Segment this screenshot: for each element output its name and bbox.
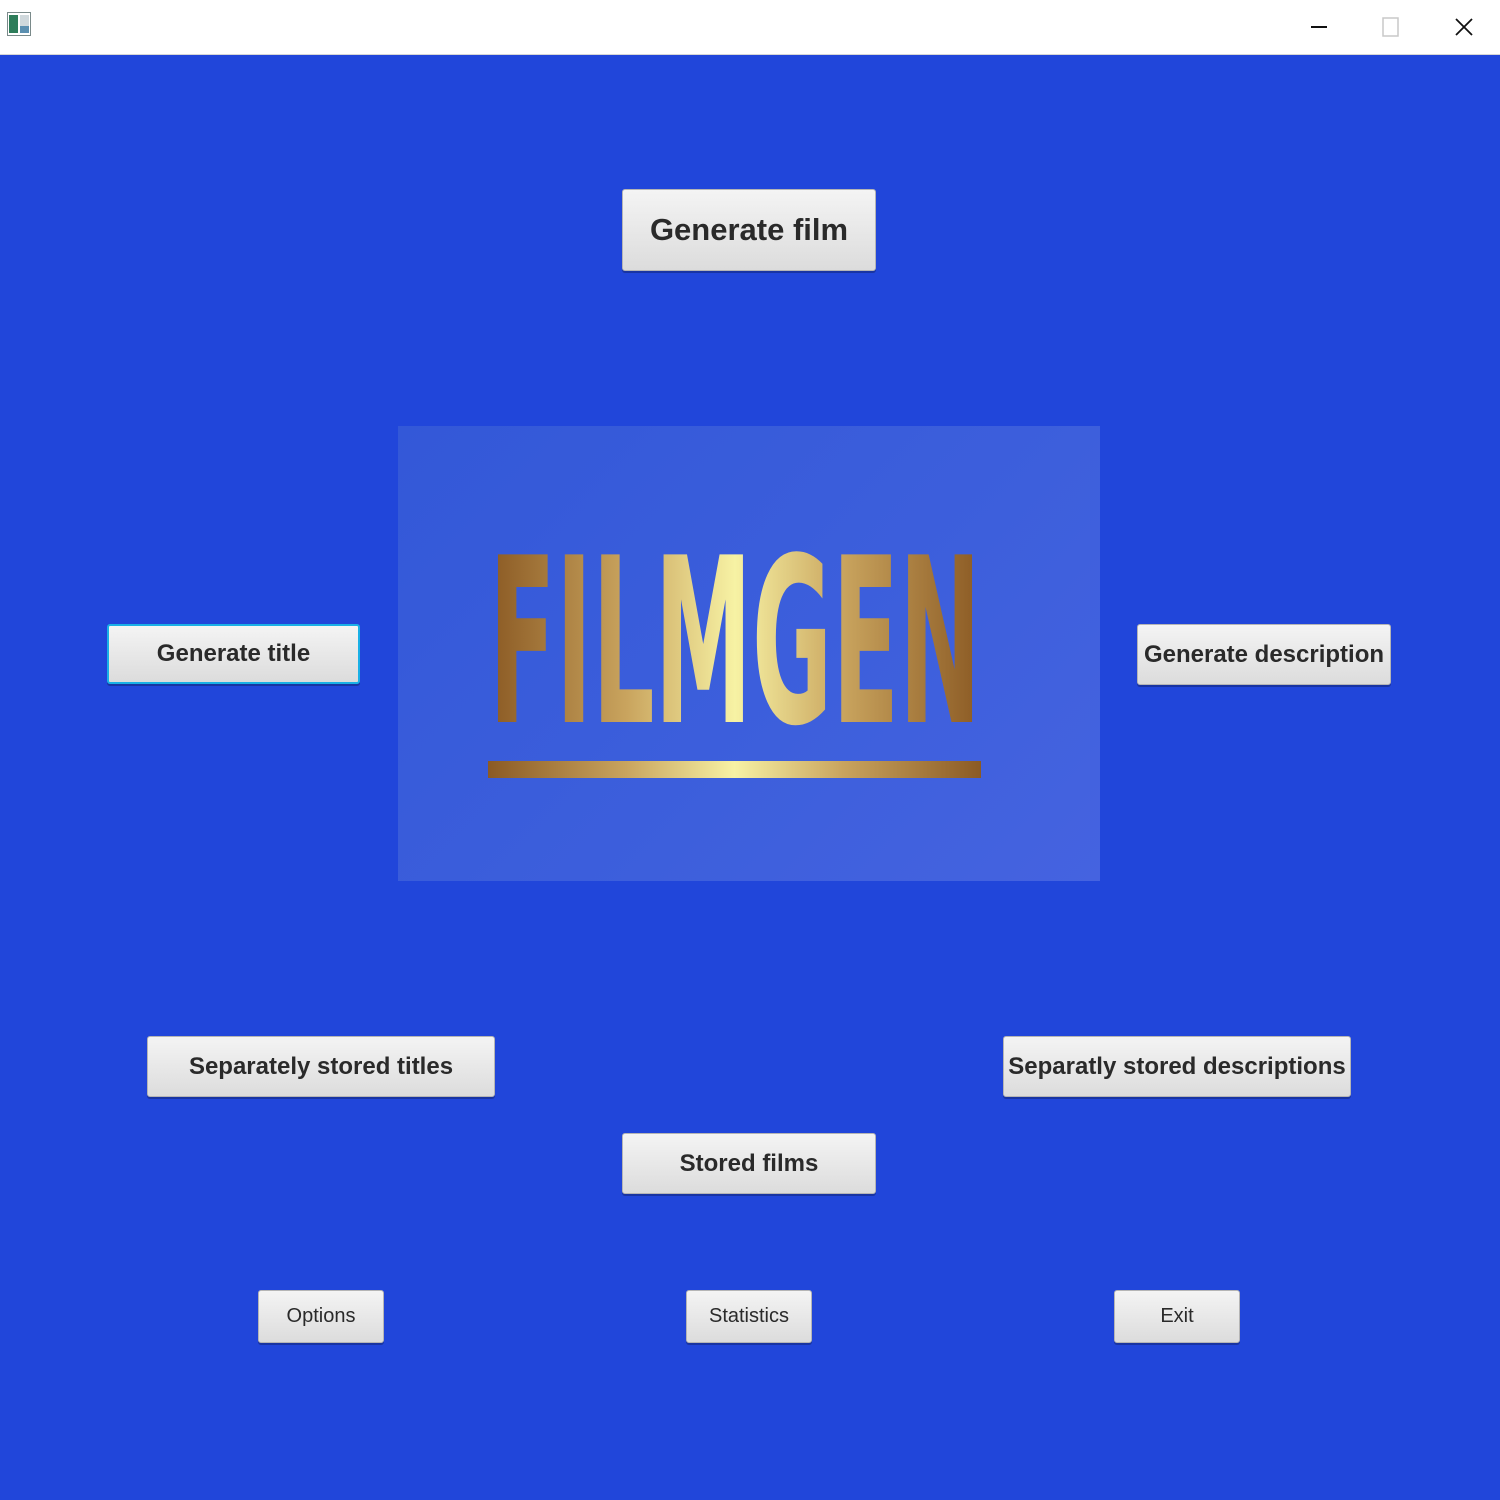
close-icon — [1455, 18, 1473, 36]
stored-films-button[interactable]: Stored films — [622, 1133, 876, 1194]
app-icon — [7, 12, 31, 36]
logo-panel: FILMGEN — [398, 426, 1100, 881]
main-window: Generate film Generate title FILMGEN Gen… — [0, 0, 1500, 1500]
logo-underline — [488, 761, 981, 778]
filmgen-logo: FILMGEN — [488, 510, 981, 778]
generate-title-button[interactable]: Generate title — [107, 624, 360, 684]
generate-film-button[interactable]: Generate film — [622, 189, 876, 271]
separately-stored-titles-button[interactable]: Separately stored titles — [147, 1036, 495, 1097]
generate-description-button[interactable]: Generate description — [1137, 624, 1391, 685]
minimize-icon — [1311, 26, 1327, 28]
minimize-button[interactable] — [1283, 0, 1355, 54]
statistics-button[interactable]: Statistics — [686, 1290, 812, 1343]
title-bar — [0, 0, 1500, 55]
options-button[interactable]: Options — [258, 1290, 384, 1343]
exit-button[interactable]: Exit — [1114, 1290, 1240, 1343]
logo-text: FILMGEN — [489, 510, 981, 777]
maximize-button[interactable] — [1355, 0, 1427, 54]
maximize-icon — [1382, 17, 1399, 37]
close-button[interactable] — [1428, 0, 1500, 54]
separately-stored-descriptions-button[interactable]: Separatly stored descriptions — [1003, 1036, 1351, 1097]
